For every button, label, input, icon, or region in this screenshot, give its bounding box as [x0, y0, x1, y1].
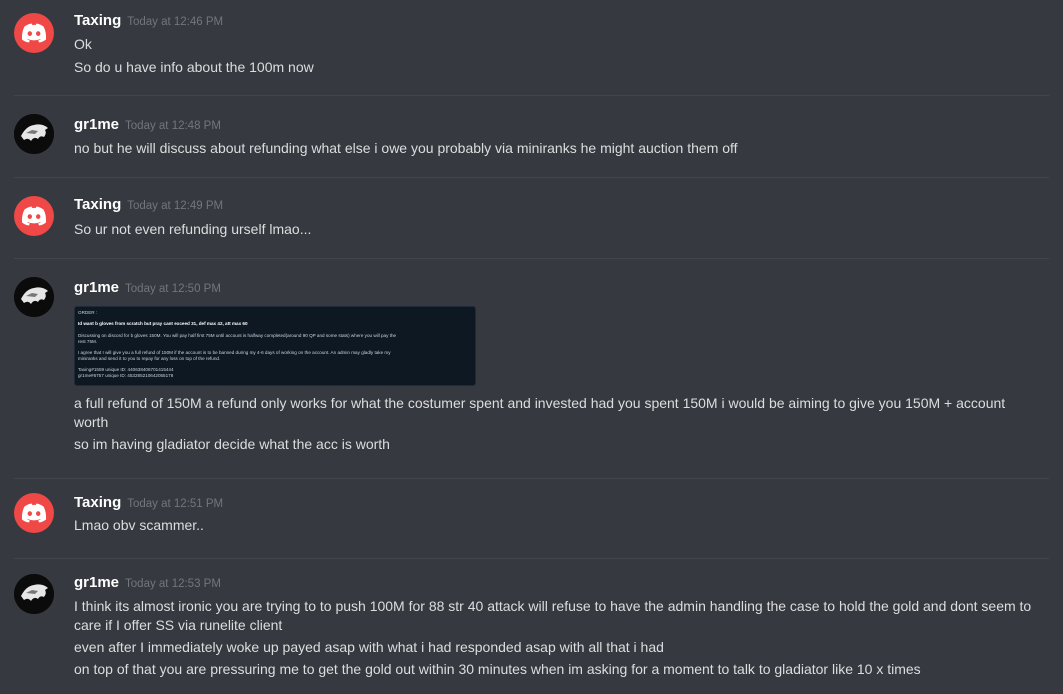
- message-group: Taxing Today at 12:51 PM Lmao obv scammer…: [0, 479, 1063, 559]
- discord-logo-icon[interactable]: [14, 493, 54, 533]
- message-text: I think its almost ironic you are trying…: [74, 598, 1032, 633]
- username[interactable]: Taxing: [74, 12, 121, 29]
- message-text: So ur not even refunding urself lmao...: [74, 221, 312, 237]
- timestamp: Today at 12:49 PM: [127, 200, 224, 212]
- timestamp: Today at 12:53 PM: [125, 578, 221, 590]
- message-group: Taxing Today at 12:46 PM Ok So do u have …: [0, 0, 1063, 95]
- message-text: a full refund of 150M a refund only work…: [74, 395, 1006, 430]
- attachment-text: gr1me#6757 unique ID: 453285210642055178: [78, 372, 174, 378]
- attachment-text: miniranks and send it to you to repay fo…: [78, 355, 221, 361]
- username[interactable]: Taxing: [74, 494, 121, 511]
- attachment-text: Id want b gloves from scratch but pray c…: [78, 321, 248, 326]
- message-text: on top of that you are pressuring me to …: [74, 661, 921, 677]
- message-text: no but he will discuss about refunding w…: [74, 140, 738, 156]
- discord-logo-icon[interactable]: [14, 13, 54, 53]
- timestamp: Today at 12:50 PM: [125, 283, 221, 295]
- image-attachment[interactable]: ORDER : Id want b gloves from scratch bu…: [74, 306, 476, 386]
- attachment-text: rest 75M.: [78, 338, 98, 344]
- message-text: So do u have info about the 100m now: [74, 59, 314, 75]
- username[interactable]: gr1me: [74, 116, 119, 133]
- message-text: Lmao obv scammer..: [74, 517, 204, 533]
- attachment-text: ORDER :: [78, 310, 98, 315]
- message-group: gr1me Today at 12:50 PM ORDER : Id want b…: [0, 259, 1063, 481]
- gr1me-avatar-icon[interactable]: [14, 277, 54, 317]
- timestamp: Today at 12:51 PM: [127, 498, 224, 510]
- message-text: so im having gladiator decide what the a…: [74, 436, 390, 452]
- message-text: even after I immediately woke up payed a…: [74, 639, 664, 655]
- timestamp: Today at 12:46 PM: [127, 16, 224, 28]
- message-group: Taxing Today at 12:49 PM So ur not even r…: [0, 178, 1063, 258]
- gr1me-avatar-icon[interactable]: [14, 114, 54, 154]
- discord-logo-icon[interactable]: [14, 196, 54, 236]
- username[interactable]: Taxing: [74, 196, 121, 213]
- username[interactable]: gr1me: [74, 279, 119, 296]
- username[interactable]: gr1me: [74, 574, 119, 591]
- message-text: Ok: [74, 36, 92, 52]
- message-group: gr1me Today at 12:53 PM I think its almos…: [0, 559, 1063, 694]
- timestamp: Today at 12:48 PM: [125, 120, 221, 132]
- chat-log: Taxing Today at 12:46 PM Ok So do u have …: [0, 0, 1063, 694]
- message-group: gr1me Today at 12:48 PM no but he will di…: [0, 96, 1063, 176]
- gr1me-avatar-icon[interactable]: [14, 574, 54, 614]
